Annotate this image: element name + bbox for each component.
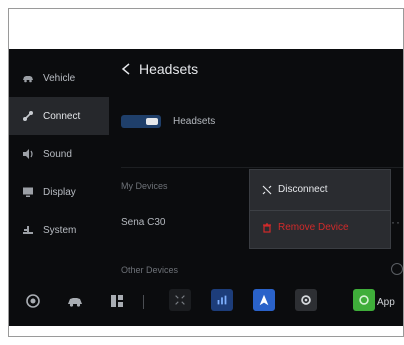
my-devices-label: My Devices [121, 181, 168, 191]
divider [121, 167, 403, 168]
toggle-knob [146, 118, 158, 125]
settings-gear-icon[interactable] [295, 289, 317, 311]
page-title: Headsets [139, 61, 199, 77]
device-row-sena-c30[interactable]: Sena C30 [121, 217, 165, 228]
connect-icon [21, 110, 35, 122]
sidebar-item-system[interactable]: System [9, 211, 109, 249]
car-icon[interactable] [65, 291, 85, 311]
trash-icon [263, 222, 271, 233]
refresh-icon[interactable] [391, 263, 403, 275]
remove-device-label: Remove Device [278, 222, 349, 233]
sidebar-item-vehicle[interactable]: Vehicle [9, 59, 109, 97]
popup-divider [250, 210, 390, 211]
device-options-popup: Disconnect Remove Device [249, 169, 391, 249]
infotainment-screen: Vehicle Connect Sound Display System Hea… [9, 49, 403, 326]
app-label: App [377, 297, 395, 308]
bottom-dock: App [9, 277, 403, 326]
dock-divider [143, 295, 144, 309]
sidebar-item-label: Display [43, 186, 76, 198]
sidebar-item-sound[interactable]: Sound [9, 135, 109, 173]
device-name: Sena C30 [121, 217, 166, 228]
car-icon [21, 72, 35, 84]
sidebar-item-label: Vehicle [43, 72, 76, 84]
system-icon [21, 224, 35, 236]
window-frame: Vehicle Connect Sound Display System Hea… [8, 8, 404, 337]
sidebar-item-label: Connect [43, 110, 81, 122]
remove-device-menu-item[interactable]: Remove Device [262, 222, 349, 233]
energy-chart-icon[interactable] [211, 289, 233, 311]
other-devices-label: Other Devices [121, 265, 179, 275]
chevron-left-icon [121, 63, 130, 75]
sidebar-item-label: Sound [43, 148, 72, 160]
camera-icon[interactable] [23, 291, 43, 311]
sidebar: Vehicle Connect Sound Display System [9, 49, 109, 277]
navigation-icon[interactable] [253, 289, 275, 311]
sensor-icon[interactable] [169, 289, 191, 311]
headsets-toggle-row[interactable]: Headsets [121, 115, 215, 128]
toggle-label: Headsets [173, 116, 216, 127]
headsets-toggle[interactable] [121, 115, 161, 128]
speaker-icon [21, 148, 35, 160]
back-button[interactable]: Headsets [121, 61, 198, 77]
sidebar-item-display[interactable]: Display [9, 173, 109, 211]
disconnect-label: Disconnect [278, 184, 328, 195]
app-icon[interactable] [353, 289, 375, 311]
sidebar-item-connect[interactable]: Connect [9, 97, 109, 135]
apps-grid-icon[interactable] [107, 291, 127, 311]
display-icon [21, 186, 35, 198]
disconnect-menu-item[interactable]: Disconnect [262, 184, 327, 195]
sidebar-item-label: System [43, 224, 77, 236]
disconnect-icon [262, 185, 272, 194]
